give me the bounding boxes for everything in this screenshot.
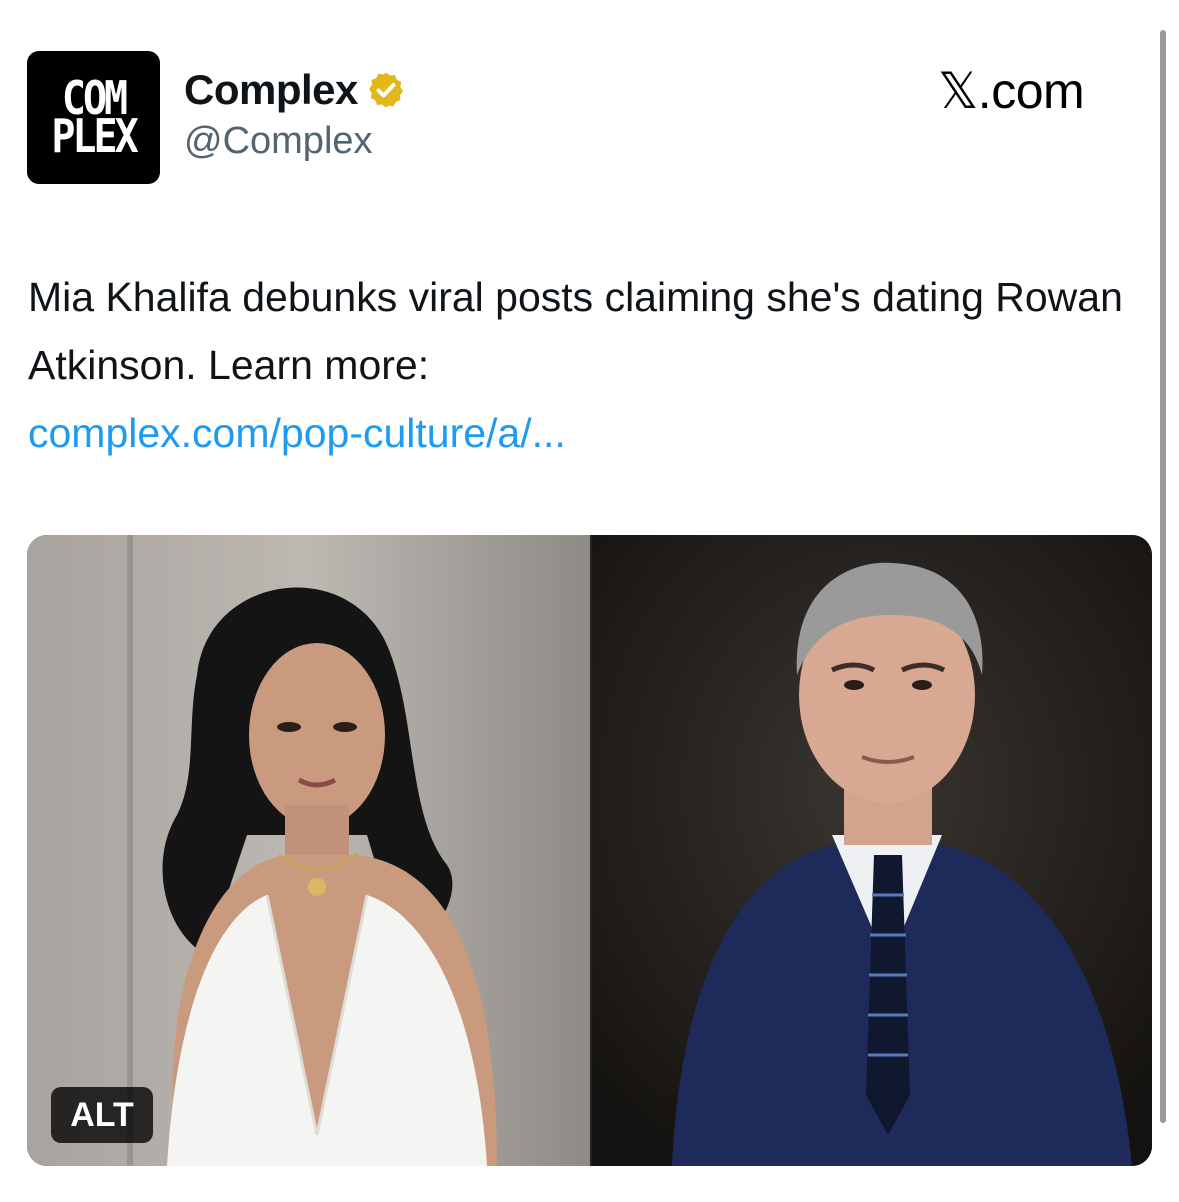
account-name-row[interactable]: Complex bbox=[184, 66, 406, 114]
tweet-text: Mia Khalifa debunks viral posts claiming… bbox=[28, 263, 1128, 467]
account-handle[interactable]: @Complex bbox=[184, 120, 373, 163]
article-link[interactable]: complex.com/pop-culture/a/... bbox=[28, 399, 1128, 467]
x-com-watermark: 𝕏.com bbox=[938, 62, 1085, 120]
account-name[interactable]: Complex bbox=[184, 66, 358, 114]
alt-text-button[interactable]: ALT bbox=[51, 1087, 153, 1143]
tweet-body: Mia Khalifa debunks viral posts claiming… bbox=[28, 274, 1123, 388]
scrollbar[interactable] bbox=[1160, 30, 1166, 1123]
verified-badge-icon bbox=[368, 72, 403, 108]
photo-mia-khalifa[interactable] bbox=[27, 535, 590, 1166]
photo-rowan-atkinson[interactable] bbox=[592, 535, 1152, 1166]
brand-domain: .com bbox=[977, 63, 1085, 119]
tweet-media[interactable]: ALT bbox=[27, 535, 1152, 1166]
x-logo-icon: 𝕏 bbox=[938, 62, 978, 120]
logo-text-bottom: PLEX bbox=[51, 110, 138, 163]
complex-avatar[interactable]: COM PLEX bbox=[27, 51, 160, 184]
